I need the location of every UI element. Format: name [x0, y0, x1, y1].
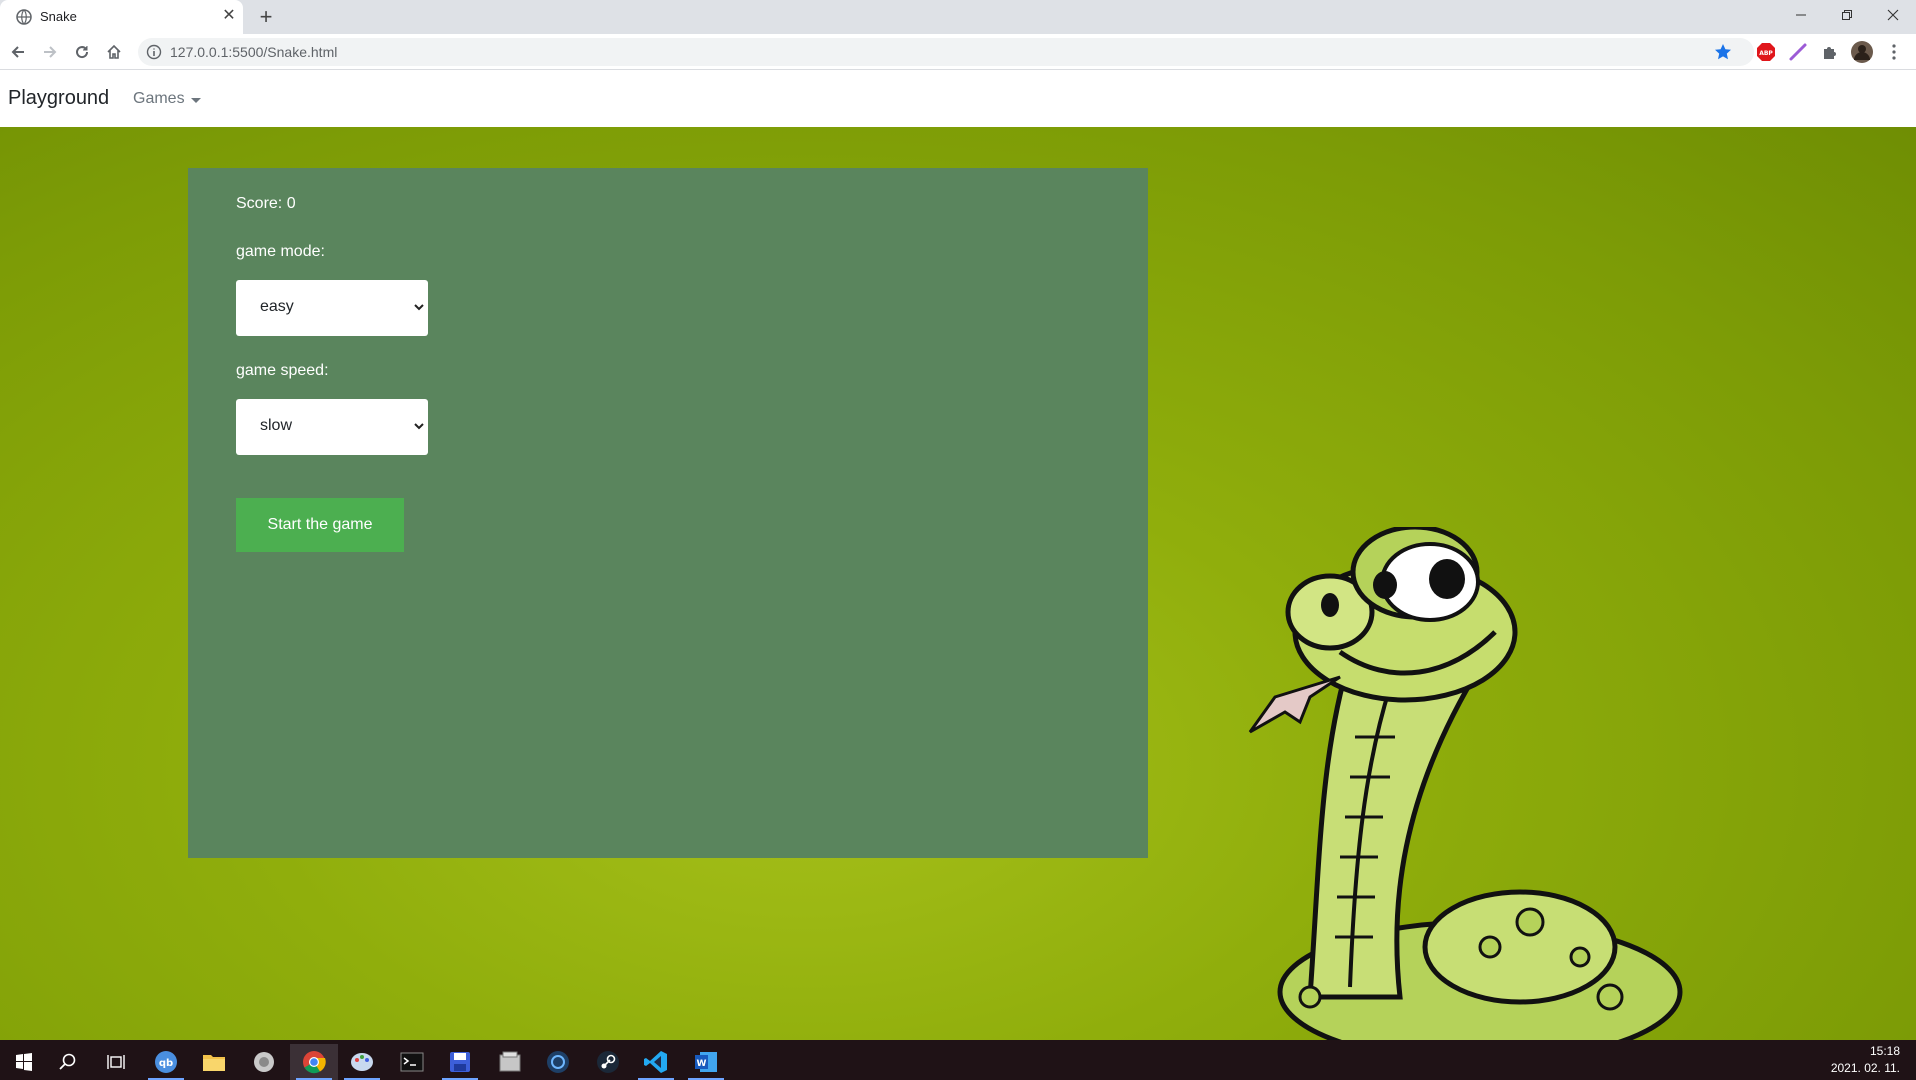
bookmark-star-icon[interactable]	[1713, 42, 1733, 62]
system-clock[interactable]: 15:18 2021. 02. 11.	[1831, 1043, 1900, 1077]
clock-time: 15:18	[1869, 1044, 1900, 1058]
task-view-icon[interactable]	[92, 1044, 140, 1080]
terminal-icon[interactable]	[388, 1044, 436, 1080]
game-speed-select[interactable]: slow	[236, 399, 428, 455]
snake-illustration	[1248, 527, 1683, 1040]
browser-toolbar: 127.0.0.1:5500/Snake.html ABP	[0, 34, 1916, 70]
games-dropdown[interactable]: Games	[133, 90, 201, 108]
reload-icon[interactable]	[70, 40, 94, 64]
game-mode-select[interactable]: easy	[236, 280, 428, 336]
browser-tab[interactable]: Snake ✕	[0, 0, 243, 34]
close-window-icon[interactable]	[1870, 0, 1916, 30]
new-tab-icon[interactable]: +	[256, 5, 276, 29]
file-manager-icon[interactable]	[486, 1044, 534, 1080]
game-board[interactable]: Score: 0 game mode: easy game speed: slo…	[188, 168, 1148, 858]
svg-text:qb: qb	[159, 1058, 173, 1069]
url-text: 127.0.0.1:5500/Snake.html	[170, 44, 338, 60]
save-disk-icon[interactable]	[436, 1044, 484, 1080]
steam-icon[interactable]	[584, 1044, 632, 1080]
extensions-puzzle-icon[interactable]	[1818, 40, 1842, 64]
chevron-down-icon	[414, 423, 424, 430]
minimize-icon[interactable]	[1778, 0, 1824, 30]
chrome-icon[interactable]	[290, 1044, 338, 1080]
chevron-down-icon	[414, 304, 424, 311]
app-mouse-icon[interactable]	[240, 1044, 288, 1080]
profile-avatar[interactable]	[1850, 40, 1874, 64]
site-navbar: Playground Games	[0, 70, 1916, 127]
game-speed-value: slow	[260, 417, 293, 434]
globe-icon	[16, 9, 32, 25]
back-icon[interactable]	[6, 40, 30, 64]
windows-start-icon[interactable]	[0, 1044, 48, 1080]
game-mode-label: game mode:	[236, 243, 325, 260]
tab-strip: Snake ✕ +	[0, 0, 1916, 34]
headset-app-icon[interactable]	[534, 1044, 582, 1080]
home-icon[interactable]	[102, 40, 126, 64]
start-game-button[interactable]: Start the game	[236, 498, 404, 552]
games-dropdown-label: Games	[133, 90, 185, 107]
restore-icon[interactable]	[1824, 0, 1870, 30]
caret-down-icon	[190, 97, 201, 103]
search-icon[interactable]	[44, 1044, 92, 1080]
windows-taskbar: qb W 15:18 2021. 02. 11.	[0, 1040, 1916, 1080]
game-speed-label: game speed:	[236, 362, 329, 379]
page-content: Playground Games Score: 0 game mode: eas…	[0, 70, 1916, 1040]
address-bar[interactable]: 127.0.0.1:5500/Snake.html	[138, 38, 1754, 66]
svg-text:ABP: ABP	[1759, 50, 1773, 57]
game-mode-value: easy	[260, 298, 294, 315]
svg-text:W: W	[697, 1059, 707, 1069]
pen-extension-icon[interactable]	[1786, 40, 1810, 64]
info-icon[interactable]	[146, 44, 162, 60]
tab-title: Snake	[40, 9, 77, 24]
close-tab-icon[interactable]: ✕	[220, 6, 238, 26]
page-background: Score: 0 game mode: easy game speed: slo…	[0, 127, 1916, 1040]
menu-dots-icon[interactable]	[1882, 40, 1906, 64]
clock-date: 2021. 02. 11.	[1830, 1061, 1900, 1075]
vscode-icon[interactable]	[632, 1044, 680, 1080]
word-icon[interactable]: W	[682, 1044, 730, 1080]
brand-link[interactable]: Playground	[8, 87, 109, 110]
qbittorrent-icon[interactable]: qb	[142, 1044, 190, 1080]
paint-icon[interactable]	[338, 1044, 386, 1080]
score-display: Score: 0	[236, 195, 296, 212]
adblock-icon[interactable]: ABP	[1754, 40, 1778, 64]
forward-icon[interactable]	[38, 40, 62, 64]
file-explorer-icon[interactable]	[190, 1044, 238, 1080]
